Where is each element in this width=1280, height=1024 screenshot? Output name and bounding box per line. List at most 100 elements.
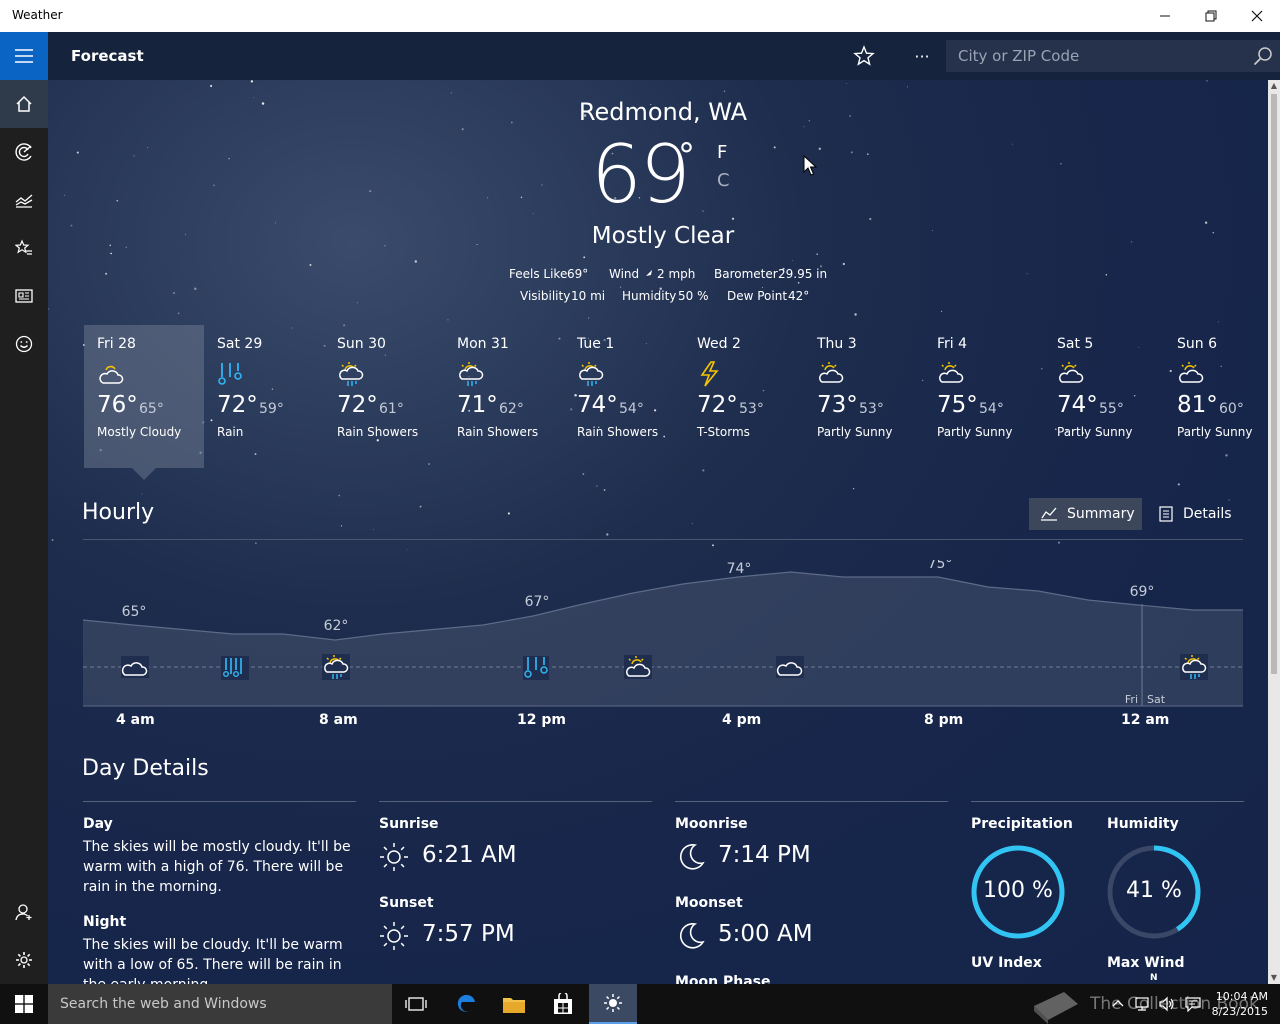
star-dot [172, 292, 176, 295]
sunrise-label: Sunrise [379, 816, 439, 832]
volume-icon[interactable] [1158, 996, 1176, 1012]
weather-app-icon [604, 994, 622, 1012]
selected-day-pointer [132, 468, 156, 480]
hour-label: 8 pm [924, 712, 964, 728]
task-view-button[interactable] [392, 984, 440, 1024]
star-dot [702, 469, 705, 472]
day-condition: Partly Sunny [817, 425, 893, 439]
day-tile[interactable]: Sat 29 72° 59° Rain [204, 325, 324, 468]
day-name: Sat 5 [1057, 336, 1094, 352]
star-dot [762, 286, 764, 288]
sun-icon [380, 843, 408, 871]
star-dot [372, 529, 374, 530]
location-name: Redmond, WA [578, 98, 748, 126]
star-dot [213, 184, 215, 187]
day-tile[interactable]: Fri 28 76° 65° Mostly Cloudy [84, 325, 204, 468]
hamburger-icon [15, 49, 33, 63]
visibility-label: Visibility [520, 289, 571, 303]
star-dot [850, 151, 853, 154]
day-tile[interactable]: Thu 3 73° 53° Partly Sunny [804, 325, 924, 468]
details-label: Details [1183, 506, 1232, 522]
barometer-value: 29.95 in [778, 267, 828, 281]
column-rule [971, 801, 1244, 802]
precipitation-value: 100 % [983, 878, 1053, 903]
day-high: 72° [217, 392, 258, 418]
nav-news[interactable] [0, 272, 48, 320]
day-low: 60° [1219, 401, 1244, 417]
nav-maps[interactable] [0, 128, 48, 176]
star-dot [731, 217, 735, 220]
day-tile[interactable]: Fri 4 75° 54° Partly Sunny [924, 325, 1044, 468]
home-icon [16, 95, 32, 112]
store-button[interactable] [539, 984, 587, 1024]
more-button[interactable]: ··· [898, 32, 946, 80]
star-dot [773, 146, 776, 149]
taskbar-search[interactable]: Search the web and Windows [48, 984, 392, 1024]
star-dot [255, 542, 257, 544]
favorite-button[interactable] [840, 32, 888, 80]
star-dot [845, 83, 847, 85]
action-center-icon[interactable] [1184, 996, 1202, 1012]
nav-account[interactable] [0, 888, 48, 936]
unit-celsius-toggle[interactable]: C [717, 170, 730, 191]
summary-button[interactable]: Summary [1029, 498, 1142, 530]
restore-button[interactable] [1188, 0, 1234, 32]
close-button[interactable] [1234, 0, 1280, 32]
day-tile[interactable]: Tue 1 74° 54° Rain Showers [564, 325, 684, 468]
edge-button[interactable] [442, 984, 490, 1024]
radar-icon [15, 143, 32, 161]
star-dot [309, 263, 312, 267]
day-high: 72° [697, 392, 738, 418]
vertical-scrollbar[interactable]: ▲ ▼ [1268, 80, 1280, 984]
star-dot [532, 213, 534, 214]
show-hidden-icons-icon[interactable] [1112, 998, 1124, 1008]
day-tile[interactable]: Sun 6 81° 60° Partly Sunny [1164, 325, 1268, 468]
night-summary-text: The skies will be cloudy. It'll be warm … [83, 937, 343, 984]
star-dot [603, 489, 606, 491]
star-dot [588, 317, 590, 319]
nav-places[interactable] [0, 224, 48, 272]
day-high: 75° [937, 392, 978, 418]
search-button[interactable] [1246, 40, 1280, 72]
weather-app-button[interactable] [589, 984, 637, 1024]
scroll-up-icon[interactable]: ▲ [1268, 80, 1280, 92]
hamburger-button[interactable] [0, 32, 48, 80]
star-dot [105, 272, 108, 275]
sun-shower-icon [579, 362, 604, 386]
day-tile[interactable]: Sun 30 72° 61° Rain Showers [324, 325, 444, 468]
nav-forecast[interactable] [0, 80, 48, 128]
column-rule [379, 801, 652, 802]
nav-life[interactable] [0, 320, 48, 368]
page-title: Forecast [71, 47, 144, 65]
day-condition: Rain Showers [577, 425, 659, 439]
humidity-detail-label: Humidity [1107, 816, 1179, 832]
system-clock[interactable]: 10:04 AM 8/23/2015 [1208, 989, 1268, 1019]
hour-label: 12 pm [517, 712, 566, 728]
search-input[interactable] [946, 40, 1236, 72]
star-dot [520, 196, 523, 198]
file-explorer-button[interactable] [490, 984, 538, 1024]
sunset-time: 7:57 PM [422, 921, 515, 947]
unit-fahrenheit-toggle[interactable]: F [717, 142, 727, 163]
scroll-down-icon[interactable]: ▼ [1268, 972, 1280, 984]
star-dot [854, 313, 857, 316]
scroll-thumb[interactable] [1271, 94, 1277, 674]
day-condition: Mostly Cloudy [97, 425, 182, 439]
minimize-button[interactable] [1142, 0, 1188, 32]
start-button[interactable] [0, 984, 48, 1024]
details-button[interactable]: Details [1147, 498, 1242, 530]
nav-settings[interactable] [0, 936, 48, 984]
degree-symbol: ° [678, 136, 695, 176]
star-icon [853, 45, 875, 66]
nav-historical[interactable] [0, 176, 48, 224]
star-dot [486, 197, 489, 199]
day-tile[interactable]: Sat 5 74° 55° Partly Sunny [1044, 325, 1164, 468]
network-icon[interactable] [1134, 996, 1152, 1012]
partly-sunny-icon [939, 362, 964, 383]
day-tile[interactable]: Mon 31 71° 62° Rain Showers [444, 325, 564, 468]
cloudy-icon [776, 656, 804, 678]
day-details-heading: Day Details [82, 756, 209, 781]
day-low: 54° [619, 401, 644, 417]
day-tile[interactable]: Wed 2 72° 53° T-Storms [684, 325, 804, 468]
partly-sunny-icon [624, 655, 652, 679]
